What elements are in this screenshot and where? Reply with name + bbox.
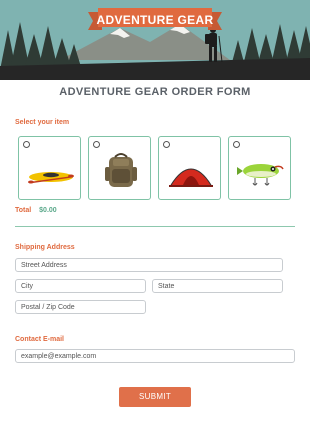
total-value: $0.00 bbox=[39, 207, 57, 214]
section-divider bbox=[15, 226, 295, 227]
backpack-icon bbox=[105, 153, 137, 187]
street-address-field[interactable]: Street Address bbox=[15, 258, 283, 272]
select-item-label: Select your item bbox=[15, 119, 70, 126]
product-option-kayak[interactable] bbox=[18, 136, 81, 200]
product-radio[interactable] bbox=[163, 141, 170, 148]
submit-button[interactable]: SUBMIT bbox=[119, 387, 191, 407]
city-field[interactable]: City bbox=[15, 279, 146, 293]
hero-banner: ADVENTURE GEAR bbox=[88, 6, 222, 32]
tent-icon bbox=[169, 168, 213, 187]
shipping-address-label: Shipping Address bbox=[15, 244, 75, 251]
form-title: ADVENTURE GEAR ORDER FORM bbox=[59, 86, 251, 98]
total-label: Total bbox=[15, 207, 32, 214]
postal-code-field[interactable]: Postal / Zip Code bbox=[15, 300, 146, 314]
product-radio[interactable] bbox=[233, 141, 240, 148]
order-total: Total $0.00 bbox=[15, 207, 57, 214]
kayak-icon bbox=[28, 172, 74, 184]
product-option-lure[interactable] bbox=[228, 136, 291, 200]
email-field[interactable]: example@example.com bbox=[15, 349, 295, 363]
banner-title: ADVENTURE GEAR bbox=[96, 13, 214, 27]
state-field[interactable]: State bbox=[152, 279, 283, 293]
product-radio[interactable] bbox=[23, 141, 30, 148]
fishing-lure-icon bbox=[237, 164, 284, 186]
product-radio[interactable] bbox=[93, 141, 100, 148]
product-option-backpack[interactable] bbox=[88, 136, 151, 200]
product-option-tent[interactable] bbox=[158, 136, 221, 200]
product-options bbox=[18, 136, 293, 200]
contact-email-label: Contact E-mail bbox=[15, 336, 65, 343]
